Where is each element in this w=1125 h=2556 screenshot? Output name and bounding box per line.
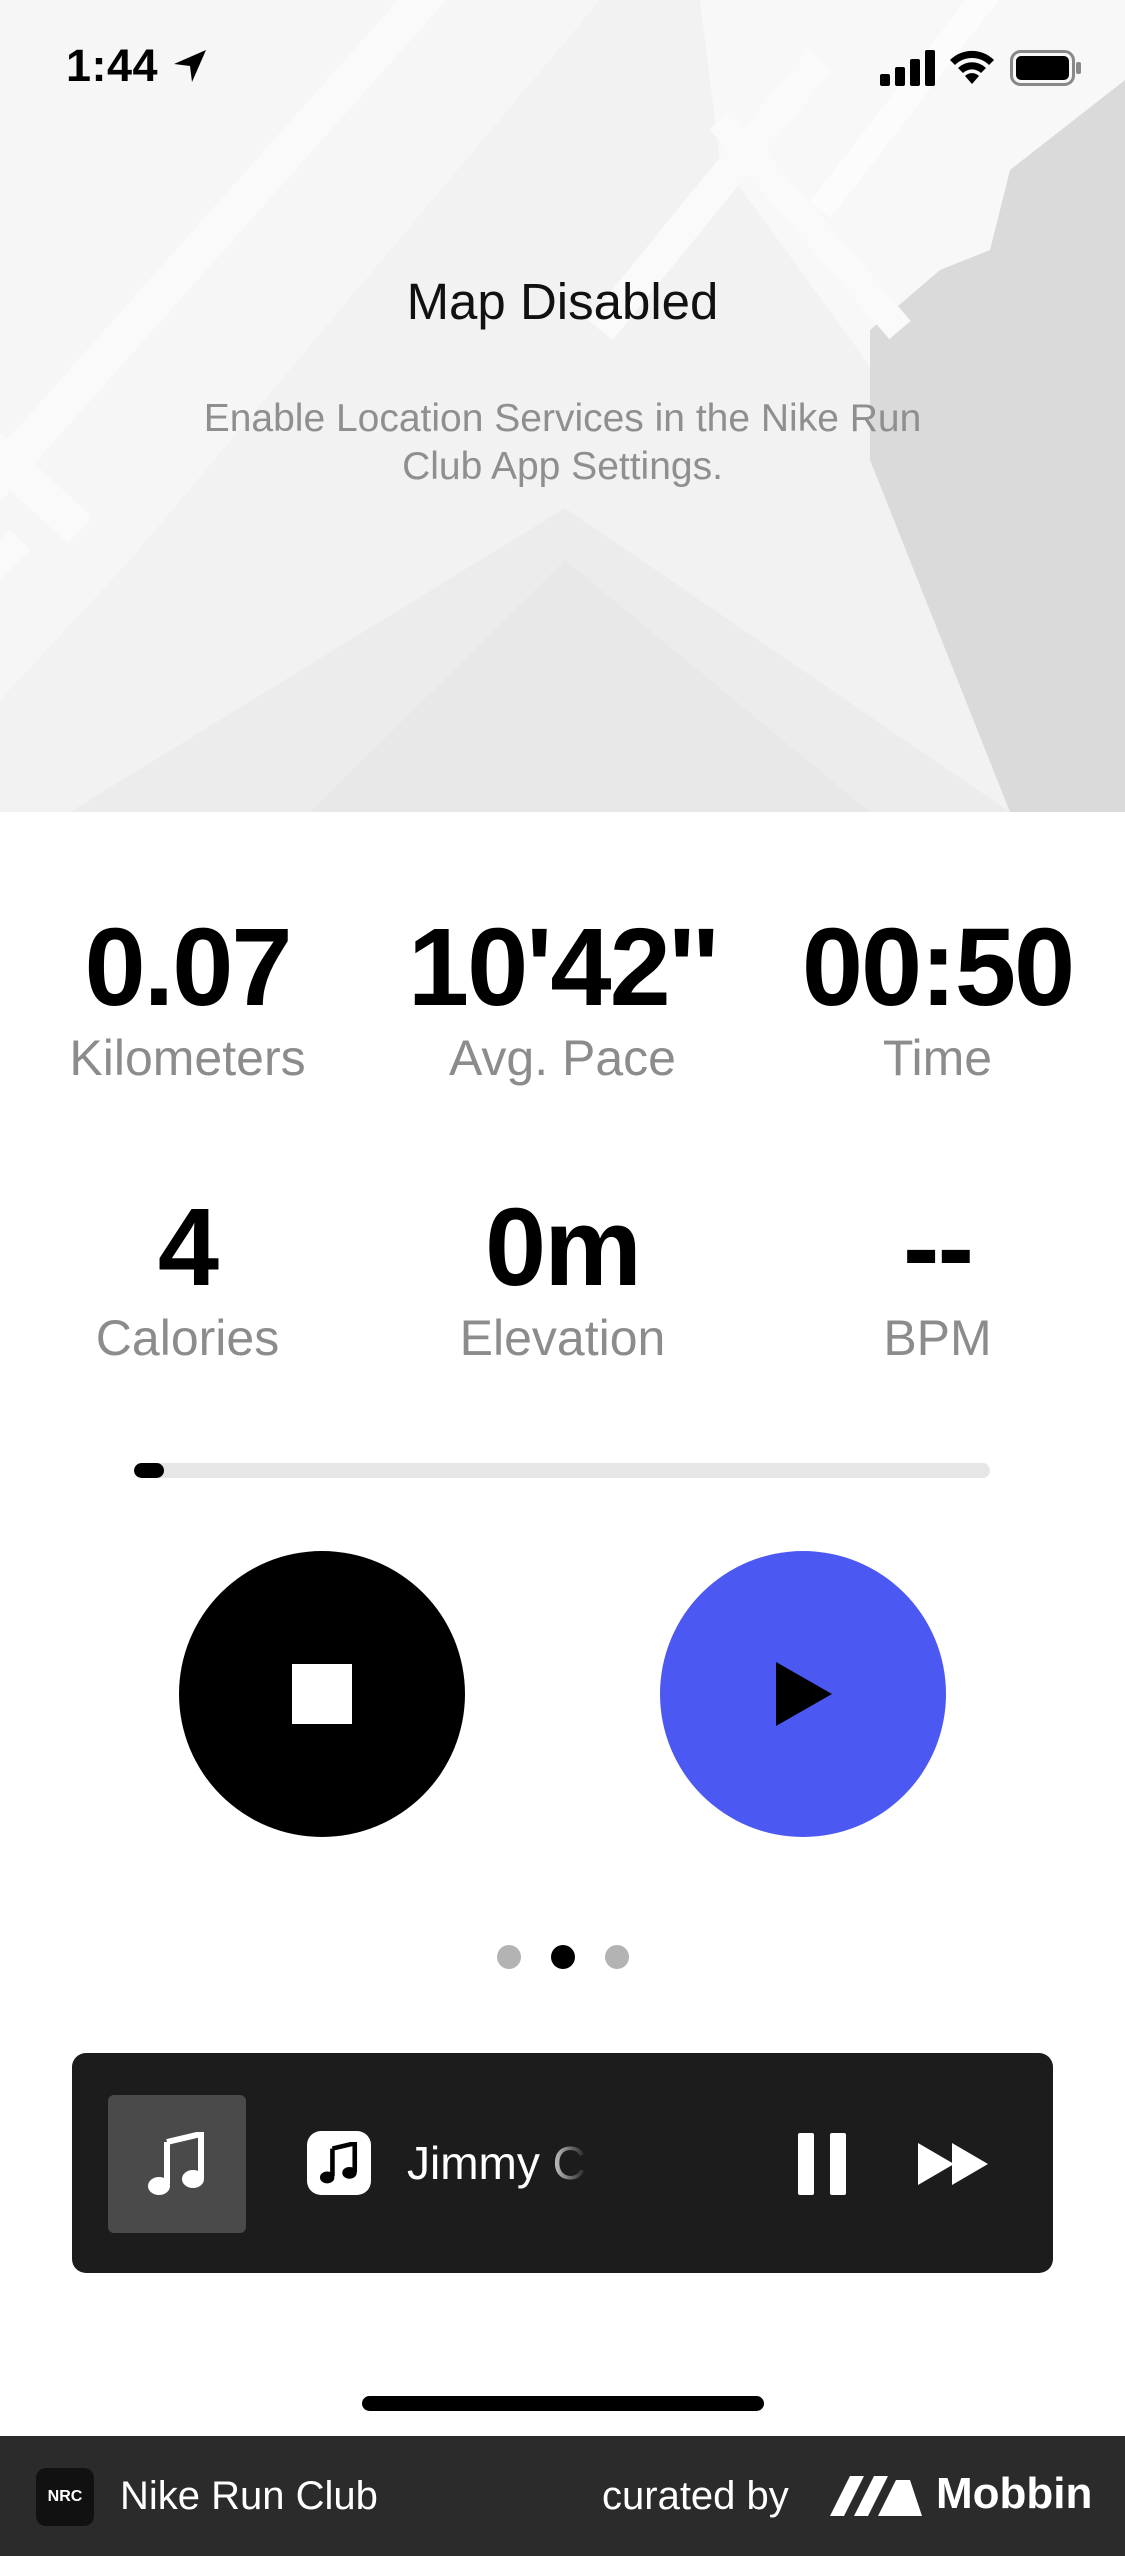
page-indicator[interactable]	[0, 1945, 1125, 1969]
stat-avg-pace: 10'42'' Avg. Pace	[375, 908, 750, 1088]
map-disabled-title: Map Disabled	[406, 273, 719, 330]
attribution-footer: NRC Nike Run Club curated by Mobbin	[0, 2436, 1125, 2556]
stat-value: 4	[157, 1186, 219, 1309]
stat-value: --	[902, 1186, 974, 1309]
location-arrow-icon	[174, 50, 206, 82]
stat-label: Elevation	[459, 1310, 666, 1366]
resume-button[interactable]	[660, 1551, 946, 1837]
run-progress-fill	[134, 1463, 164, 1478]
apple-music-icon	[307, 2131, 371, 2195]
play-icon	[776, 1662, 832, 1726]
track-title[interactable]: Jimmy Cooks (feat. 21 Savage)	[407, 2131, 587, 2195]
footer-brand: Mobbin	[936, 2469, 1093, 2518]
map-disabled-message: Enable Location Services in the Nike Run…	[203, 397, 922, 488]
map-view: 1:44 Map Disabled Enable Location Servic…	[0, 0, 1125, 812]
battery-icon	[1010, 50, 1081, 86]
status-bar: 1:44	[0, 0, 1125, 140]
music-note-icon	[148, 2132, 204, 2195]
stat-distance: 0.07 Kilometers	[0, 908, 375, 1088]
page-dot[interactable]	[550, 1945, 575, 1969]
stop-icon	[292, 1664, 352, 1724]
stat-label: Time	[882, 1030, 993, 1086]
page-dot[interactable]	[604, 1945, 629, 1969]
pause-button[interactable]	[792, 2133, 852, 2195]
stat-time: 00:50 Time	[750, 908, 1125, 1088]
stat-label: BPM	[883, 1310, 992, 1366]
fast-forward-icon[interactable]	[918, 2141, 990, 2187]
home-indicator[interactable]	[362, 2396, 764, 2411]
cellular-signal-icon	[880, 50, 935, 86]
stat-value: 00:50	[801, 906, 1075, 1029]
footer-curated-by: curated by	[602, 2474, 789, 2518]
page-dot[interactable]	[496, 1945, 521, 1969]
stat-value: 0.07	[84, 906, 292, 1029]
run-progress-bar	[134, 1463, 990, 1478]
stat-label: Avg. Pace	[448, 1030, 676, 1086]
nrc-logo-text: NRC	[47, 2488, 83, 2505]
stat-bpm: -- BPM	[750, 1188, 1125, 1368]
pause-icon	[798, 2133, 814, 2195]
mobbin-logo-icon	[830, 2476, 922, 2516]
stat-label: Kilometers	[69, 1030, 306, 1086]
pause-icon	[830, 2133, 846, 2195]
stat-value: 10'42''	[407, 906, 719, 1029]
status-time: 1:44	[66, 40, 159, 91]
stat-label: Calories	[95, 1310, 280, 1366]
footer-app-name: Nike Run Club	[120, 2474, 378, 2518]
nrc-app-logo: NRC	[36, 2468, 94, 2526]
album-art[interactable]	[108, 2095, 246, 2233]
stat-value: 0m	[485, 1186, 642, 1309]
wifi-icon	[950, 50, 994, 84]
stat-calories: 4 Calories	[0, 1188, 375, 1368]
stat-elevation: 0m Elevation	[375, 1188, 750, 1368]
music-note-icon	[319, 2142, 358, 2184]
stop-button[interactable]	[179, 1551, 465, 1837]
music-player-bar[interactable]: Jimmy Cooks (feat. 21 Savage)	[72, 2053, 1053, 2273]
